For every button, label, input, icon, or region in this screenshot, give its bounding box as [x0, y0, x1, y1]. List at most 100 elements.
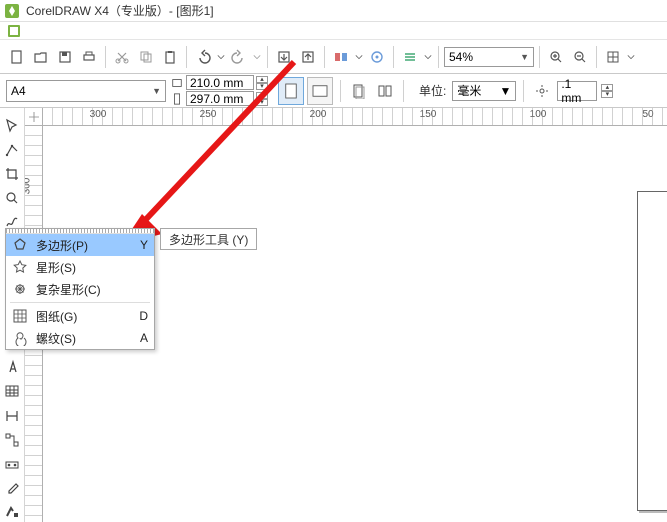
property-bar: A4 ▼ 210.0 mm ▴▾ 297.0 mm ▴▾ 单位: 毫米 ▼ .1… [0, 74, 667, 108]
text-tool[interactable] [2, 358, 22, 377]
flyout-item-graph-paper[interactable]: 图纸(G) D [6, 305, 154, 327]
eyedropper-tool[interactable] [2, 479, 22, 498]
open-button[interactable] [30, 46, 52, 68]
page-width-input[interactable]: 210.0 mm [186, 75, 254, 90]
zoom-value: 54% [449, 50, 473, 64]
unit-select[interactable]: 毫米 ▼ [452, 81, 516, 101]
ruler-tick: 50 [642, 109, 653, 120]
ruler-tick: 200 [310, 109, 327, 120]
separator [438, 46, 439, 68]
dimension-tool[interactable] [2, 406, 22, 425]
nudge-spinner[interactable]: ▴▾ [601, 84, 613, 98]
landscape-button[interactable] [307, 77, 333, 105]
complex-star-icon [12, 281, 28, 297]
zoom-in-icon[interactable] [545, 46, 567, 68]
paper-size-value: A4 [11, 84, 26, 98]
unit-label: 单位: [419, 82, 446, 99]
document-icon [6, 23, 22, 39]
separator [596, 46, 597, 68]
separator [340, 80, 341, 102]
ruler-tick: 250 [200, 109, 217, 120]
width-icon [170, 76, 184, 90]
title-bar: CorelDRAW X4（专业版）- [图形1] [0, 0, 667, 22]
pick-tool[interactable] [2, 116, 22, 135]
spiral-icon [12, 330, 28, 346]
export-button[interactable] [297, 46, 319, 68]
chevron-down-icon: ▼ [499, 84, 511, 98]
page-height-input[interactable]: 297.0 mm [186, 91, 254, 106]
undo-button[interactable] [192, 46, 214, 68]
zoom-out-icon[interactable] [569, 46, 591, 68]
app-launcher-button[interactable] [330, 46, 352, 68]
flyout-label: 螺纹(S) [36, 330, 132, 347]
standard-toolbar: 54% ▼ [0, 40, 667, 74]
flyout-label: 多边形(P) [36, 237, 132, 254]
ruler-tick: 150 [420, 109, 437, 120]
cut-button[interactable] [111, 46, 133, 68]
app-logo-icon [4, 3, 20, 19]
snap-dropdown[interactable] [626, 46, 636, 68]
flyout-label: 图纸(G) [36, 308, 131, 325]
flyout-item-star[interactable]: 星形(S) [6, 256, 154, 278]
separator [393, 46, 394, 68]
flyout-label: 复杂星形(C) [36, 281, 140, 298]
separator [10, 302, 150, 303]
star-icon [12, 259, 28, 275]
connector-tool[interactable] [2, 430, 22, 449]
welcome-button[interactable] [366, 46, 388, 68]
polygon-flyout-menu: 多边形(P) Y 星形(S) 复杂星形(C) 图纸(G) D 螺纹(S) A [5, 228, 155, 350]
ruler-origin[interactable] [25, 108, 43, 126]
redo-dropdown[interactable] [252, 46, 262, 68]
ruler-tick: 300 [25, 171, 33, 201]
height-spinner[interactable]: ▴▾ [256, 92, 268, 106]
facing-pages-button[interactable] [374, 80, 396, 102]
undo-dropdown[interactable] [216, 46, 226, 68]
height-icon [170, 92, 184, 106]
separator [186, 46, 187, 68]
flyout-item-spiral[interactable]: 螺纹(S) A [6, 327, 154, 349]
page-frame-button[interactable] [348, 80, 370, 102]
save-button[interactable] [54, 46, 76, 68]
separator [267, 46, 268, 68]
copy-button[interactable] [135, 46, 157, 68]
flyout-label: 星形(S) [36, 259, 140, 276]
separator [539, 46, 540, 68]
width-spinner[interactable]: ▴▾ [256, 76, 268, 90]
pentagon-icon [12, 237, 28, 253]
chevron-down-icon: ▼ [520, 52, 529, 62]
menu-bar [0, 22, 667, 40]
print-button[interactable] [78, 46, 100, 68]
separator [523, 80, 524, 102]
redo-button[interactable] [228, 46, 250, 68]
crop-tool[interactable] [2, 164, 22, 183]
zoom-level-select[interactable]: 54% ▼ [444, 47, 534, 67]
shape-edit-tool[interactable] [2, 140, 22, 159]
portrait-button[interactable] [278, 77, 304, 105]
app-title: CorelDRAW X4（专业版）- [图形1] [26, 2, 214, 19]
outline-tool[interactable] [2, 503, 22, 522]
options-dropdown[interactable] [423, 46, 433, 68]
nudge-icon [531, 80, 553, 102]
grid-icon [12, 308, 28, 324]
flyout-item-polygon[interactable]: 多边形(P) Y [6, 234, 154, 256]
flyout-shortcut: D [139, 309, 148, 323]
table-tool[interactable] [2, 382, 22, 401]
horizontal-ruler[interactable]: 300 250 200 150 100 50 [43, 108, 667, 126]
paste-button[interactable] [159, 46, 181, 68]
new-doc-button[interactable] [6, 46, 28, 68]
separator [105, 46, 106, 68]
interactive-fill-tool[interactable] [2, 454, 22, 473]
options-button[interactable] [399, 46, 421, 68]
ruler-tick: 300 [90, 109, 107, 120]
separator [324, 46, 325, 68]
flyout-item-complex-star[interactable]: 复杂星形(C) [6, 278, 154, 300]
paper-size-select[interactable]: A4 ▼ [6, 80, 166, 102]
tooltip: 多边形工具 (Y) [160, 228, 257, 250]
zoom-tool[interactable] [2, 189, 22, 208]
import-button[interactable] [273, 46, 295, 68]
nudge-distance-input[interactable]: .1 mm [557, 81, 597, 101]
launcher-dropdown[interactable] [354, 46, 364, 68]
dimension-inputs: 210.0 mm ▴▾ 297.0 mm ▴▾ [170, 75, 268, 106]
chevron-down-icon: ▼ [152, 86, 161, 96]
snap-button[interactable] [602, 46, 624, 68]
